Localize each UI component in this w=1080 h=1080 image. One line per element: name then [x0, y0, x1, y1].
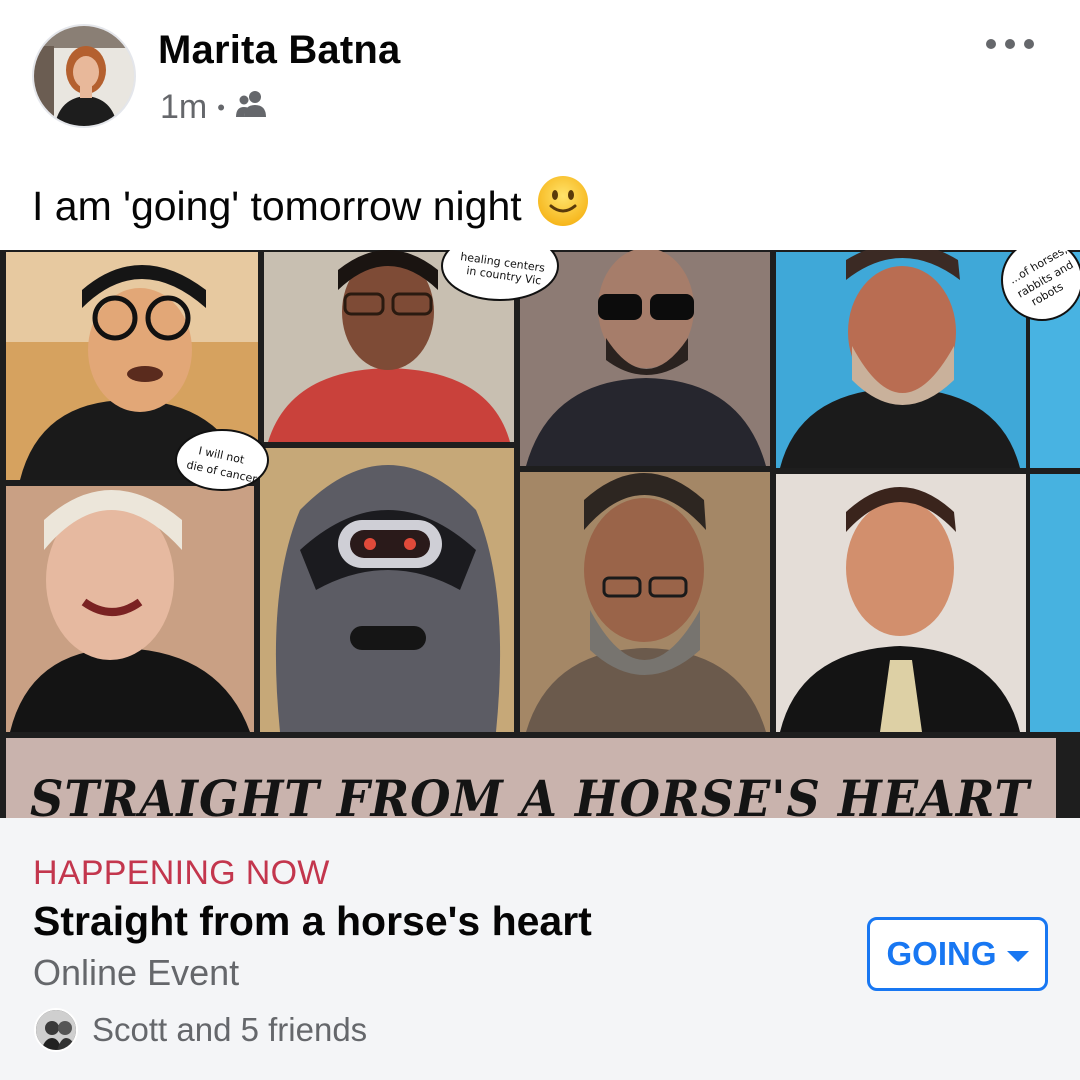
friends-going-text: Scott and 5 friends — [92, 1011, 368, 1048]
post-message: I am 'going' tomorrow night — [32, 182, 522, 229]
panel-7 — [520, 472, 770, 732]
post-header: Marita Batna 1m • — [0, 0, 1080, 150]
panel-8 — [776, 474, 1026, 732]
slightly-smiling-face-icon — [536, 174, 590, 238]
meta-separator: • — [217, 94, 225, 120]
event-cover-image[interactable]: healing centers in country Vic ...of hor… — [0, 250, 1080, 818]
event-title[interactable]: Straight from a horse's heart — [33, 898, 592, 945]
post-time[interactable]: 1m — [160, 88, 207, 127]
friend-avatar — [34, 1008, 78, 1052]
more-horizontal-icon[interactable] — [986, 26, 1034, 62]
panel-3 — [520, 250, 770, 466]
friends-going[interactable]: Scott and 5 friends — [34, 1008, 367, 1052]
panel-5 — [6, 486, 254, 732]
caret-down-icon — [1006, 950, 1029, 962]
panel-4 — [776, 250, 1026, 468]
going-label: GOING — [886, 935, 997, 972]
friends-icon[interactable] — [235, 88, 269, 127]
author-name[interactable]: Marita Batna — [158, 28, 400, 73]
banner-title: STRAIGHT FROM A HORSE'S HEART — [30, 769, 1033, 818]
event-status: HAPPENING NOW — [33, 854, 330, 892]
author-avatar[interactable] — [32, 24, 136, 128]
going-button[interactable]: GOING — [867, 917, 1048, 991]
event-location: Online Event — [33, 952, 240, 993]
panel-6 — [260, 448, 514, 732]
post-text: I am 'going' tomorrow night — [32, 174, 590, 238]
post-meta: 1m • — [160, 88, 269, 127]
